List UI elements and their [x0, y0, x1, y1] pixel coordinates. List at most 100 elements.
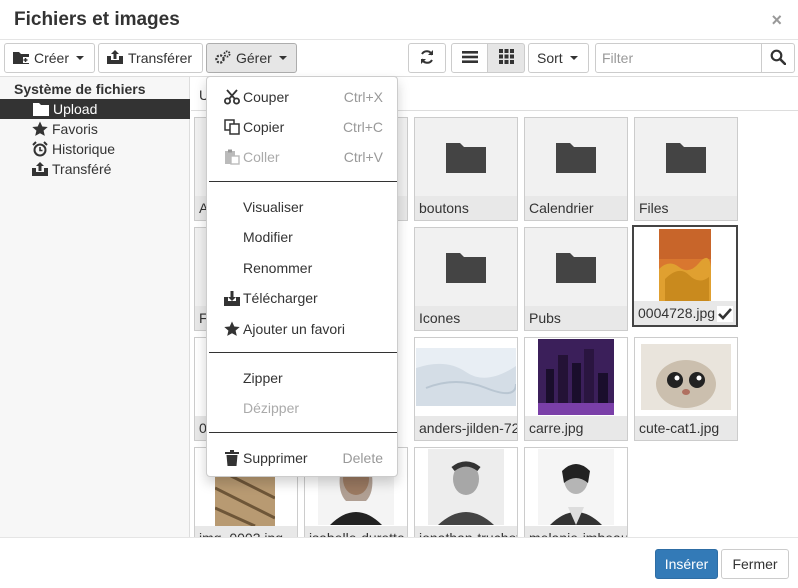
- menu-item-label: Couper: [243, 89, 289, 105]
- create-button[interactable]: Créer: [4, 43, 95, 73]
- main-area: Système de fichiers Upload Favoris Histo…: [0, 76, 798, 538]
- close-icon[interactable]: ×: [771, 11, 782, 29]
- image-thumbnail: [525, 448, 627, 526]
- file-tile[interactable]: Files: [634, 117, 738, 221]
- file-tile[interactable]: Calendrier: [524, 117, 628, 221]
- file-tile[interactable]: Icones: [414, 227, 518, 331]
- file-name: cute-cat1.jpg: [635, 416, 737, 440]
- upload-icon: [107, 49, 123, 67]
- sidebar-item-historique[interactable]: Historique: [0, 139, 190, 159]
- filter-input[interactable]: [595, 43, 762, 73]
- image-thumbnail: [525, 338, 627, 416]
- shortcut-label: Ctrl+C: [342, 119, 383, 135]
- search-button[interactable]: [761, 43, 795, 73]
- dialog-title: Fichiers et images: [14, 9, 180, 30]
- menu-item-label: Coller: [243, 149, 280, 165]
- menu-item-label: Visualiser: [243, 199, 304, 215]
- manage-dropdown-menu: Couper Ctrl+X Copier Ctrl+C Coller Ctrl+…: [206, 76, 398, 477]
- refresh-button[interactable]: [408, 43, 446, 73]
- image-thumbnail: [415, 338, 517, 416]
- alarm-clock-icon: [31, 141, 49, 157]
- menu-divider: [209, 432, 397, 433]
- menu-item-rename[interactable]: Renommer: [207, 254, 397, 282]
- checkmark-icon: [717, 306, 733, 322]
- list-icon: [461, 50, 478, 67]
- menu-item-label: Zipper: [243, 370, 283, 386]
- sidebar-item-label: Historique: [52, 141, 116, 157]
- image-thumbnail: [634, 227, 736, 305]
- list-view-button[interactable]: [451, 43, 488, 73]
- menu-divider: [209, 352, 397, 353]
- menu-item-delete[interactable]: Supprimer Delete: [207, 444, 397, 472]
- chevron-down-icon: [569, 56, 578, 60]
- menu-item-unzip[interactable]: Dézipper: [207, 394, 397, 422]
- file-tile[interactable]: melanie-imbeau: [524, 447, 628, 538]
- sidebar-item-transfere[interactable]: Transféré: [0, 159, 190, 179]
- folder-icon: [525, 228, 627, 306]
- tree-title: Système de fichiers: [14, 81, 146, 97]
- folder-icon: [415, 118, 517, 196]
- menu-item-edit[interactable]: Modifier: [207, 223, 397, 251]
- folder-open-icon: [32, 101, 50, 117]
- sort-label: Sort: [537, 50, 563, 66]
- folder-icon: [415, 228, 517, 306]
- grid-icon: [498, 49, 514, 67]
- menu-item-label: Modifier: [243, 229, 293, 245]
- copy-icon: [223, 118, 241, 136]
- shortcut-label: Ctrl+X: [343, 89, 383, 105]
- menu-item-zip[interactable]: Zipper: [207, 364, 397, 392]
- menu-item-cut[interactable]: Couper Ctrl+X: [207, 83, 397, 111]
- upload-button[interactable]: Transférer: [98, 43, 203, 73]
- folder-icon: [635, 118, 737, 196]
- manage-label: Gérer: [236, 50, 272, 66]
- menu-item-add-favorite[interactable]: Ajouter un favori: [207, 315, 397, 343]
- file-name: carre.jpg: [525, 416, 627, 440]
- insert-button[interactable]: Insérer: [655, 549, 718, 579]
- menu-divider: [209, 181, 397, 182]
- paste-icon: [223, 148, 241, 166]
- dialog-footer: Insérer Fermer: [0, 537, 798, 588]
- menu-item-label: Dézipper: [243, 400, 300, 416]
- gears-icon: [215, 50, 231, 67]
- upload-label: Transférer: [128, 50, 193, 66]
- search-icon: [770, 49, 787, 68]
- sidebar-item-upload[interactable]: Upload: [0, 99, 190, 119]
- file-name: Icones: [415, 306, 517, 330]
- menu-item-paste[interactable]: Coller Ctrl+V: [207, 143, 397, 171]
- file-tile[interactable]: Pubs: [524, 227, 628, 331]
- star-icon: [223, 320, 241, 338]
- shortcut-label: Delete: [342, 450, 383, 466]
- menu-item-label: Copier: [243, 119, 285, 135]
- file-tile[interactable]: jonathan-truchot: [414, 447, 518, 538]
- folder-icon: [525, 118, 627, 196]
- file-tile-selected[interactable]: 0004728.jpg: [632, 225, 738, 327]
- file-tile[interactable]: cute-cat1.jpg: [634, 337, 738, 441]
- file-tile[interactable]: carre.jpg: [524, 337, 628, 441]
- star-icon: [31, 121, 49, 137]
- menu-item-download[interactable]: Télécharger: [207, 284, 397, 312]
- sort-button[interactable]: Sort: [528, 43, 589, 73]
- sidebar-item-favoris[interactable]: Favoris: [0, 119, 190, 139]
- shortcut-label: Ctrl+V: [343, 149, 383, 165]
- file-name: Pubs: [525, 306, 627, 330]
- image-thumbnail: [415, 448, 517, 526]
- image-thumbnail: [635, 338, 737, 416]
- file-tile[interactable]: anders-jilden-72: [414, 337, 518, 441]
- sidebar: Système de fichiers Upload Favoris Histo…: [0, 77, 190, 538]
- dialog-header: Fichiers et images ×: [0, 0, 798, 40]
- file-name: boutons: [415, 196, 517, 220]
- manage-button[interactable]: Gérer: [206, 43, 297, 73]
- menu-item-label: Ajouter un favori: [243, 321, 345, 337]
- toolbar: Créer Transférer Gérer Sort: [0, 40, 798, 76]
- file-tile[interactable]: boutons: [414, 117, 518, 221]
- scissors-icon: [223, 88, 241, 106]
- trash-icon: [223, 449, 241, 467]
- close-button[interactable]: Fermer: [721, 549, 789, 579]
- menu-item-copy[interactable]: Copier Ctrl+C: [207, 113, 397, 141]
- file-name: anders-jilden-72: [415, 416, 517, 440]
- download-icon: [223, 289, 241, 307]
- menu-item-view[interactable]: Visualiser: [207, 193, 397, 221]
- grid-view-button[interactable]: [488, 43, 525, 73]
- sidebar-item-label: Upload: [53, 101, 98, 117]
- file-name: Files: [635, 196, 737, 220]
